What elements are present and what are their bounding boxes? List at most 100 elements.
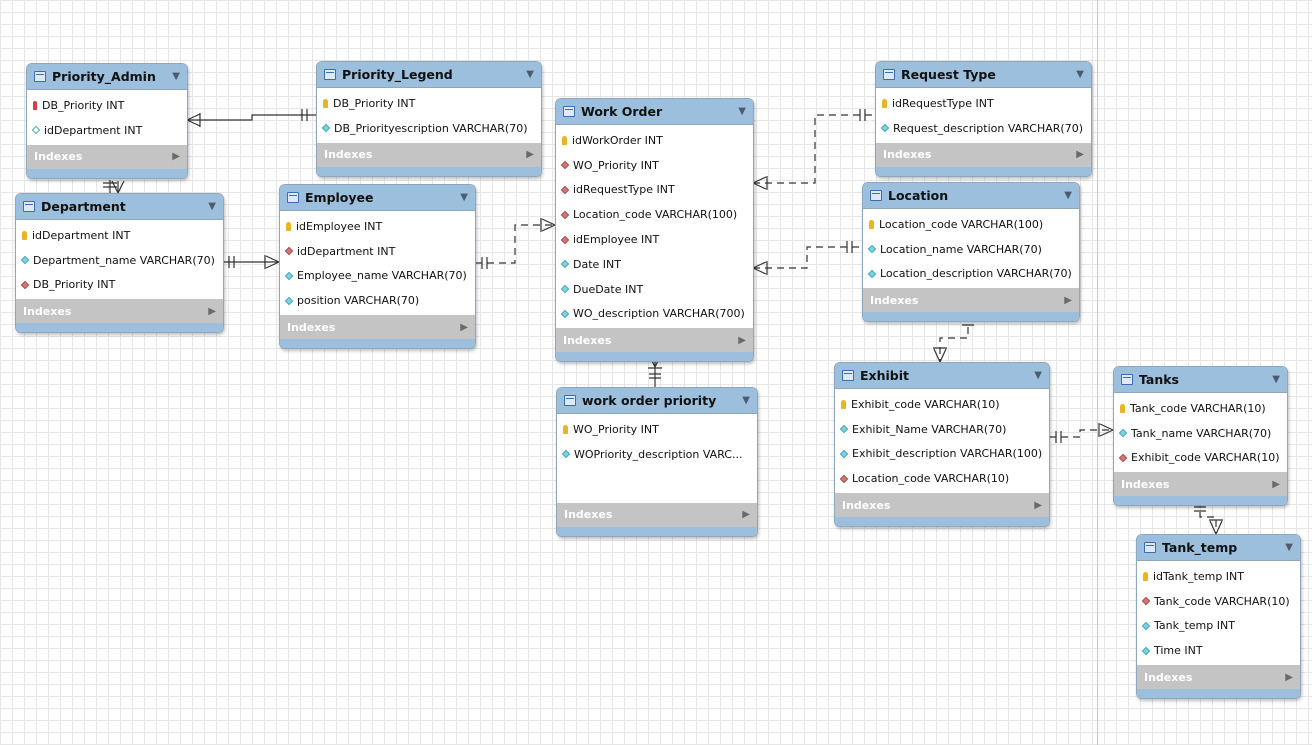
entity-work-order-priority[interactable]: work order priority ▼ WO_Priority INT WO… [556, 387, 758, 537]
column-row[interactable]: idEmployee INT [280, 214, 475, 239]
column-row[interactable]: idDepartment INT [280, 239, 475, 264]
column-row[interactable]: idTank_temp INT [1137, 564, 1300, 589]
column-row[interactable]: WOPriority_description VARC... [557, 442, 757, 467]
column-row[interactable]: idDepartment INT [27, 118, 187, 143]
indexes-bar[interactable]: Indexes ▶ [557, 502, 757, 527]
entity-tank-temp[interactable]: Tank_temp ▼ idTank_temp INT Tank_code VA… [1136, 534, 1301, 700]
rel-priority-admin-legend[interactable] [186, 109, 316, 127]
chevron-down-icon[interactable]: ▼ [1272, 374, 1280, 385]
column-row[interactable]: idRequestType INT [876, 91, 1091, 116]
indexes-bar[interactable]: Indexes ▶ [317, 142, 541, 167]
column-row[interactable]: Tank_temp INT [1137, 614, 1300, 639]
indexes-bar[interactable]: Indexes ▶ [556, 328, 753, 353]
column-row[interactable]: Department_name VARCHAR(70) [16, 248, 223, 273]
column-row[interactable]: DB_Priority INT [317, 91, 541, 116]
entity-header[interactable]: Work Order ▼ [556, 99, 753, 125]
column-row[interactable]: Location_name VARCHAR(70) [863, 237, 1079, 262]
column-row[interactable]: Tank_name VARCHAR(70) [1114, 421, 1287, 446]
entity-footer [1114, 496, 1287, 506]
rel-department-employee[interactable] [223, 255, 280, 269]
entity-title: Tank_temp [1162, 540, 1238, 555]
column-row[interactable]: Tank_code VARCHAR(10) [1114, 396, 1287, 421]
column-row[interactable]: DB_Priority INT [16, 273, 223, 298]
entity-header[interactable]: Exhibit ▼ [835, 363, 1049, 389]
column-row[interactable]: WO_description VARCHAR(700) [556, 302, 753, 327]
indexes-bar[interactable]: Indexes ▶ [876, 142, 1091, 167]
entity-work-order[interactable]: Work Order ▼ idWorkOrder INT WO_Priority… [555, 98, 754, 363]
chevron-down-icon[interactable]: ▼ [1064, 190, 1072, 201]
chevron-down-icon[interactable]: ▼ [1034, 370, 1042, 381]
entity-employee[interactable]: Employee ▼ idEmployee INT idDepartment I… [279, 184, 476, 350]
indexes-bar[interactable]: Indexes ▶ [16, 299, 223, 324]
indexes-bar[interactable]: Indexes ▶ [1114, 472, 1287, 497]
chevron-down-icon[interactable]: ▼ [172, 71, 180, 82]
indexes-bar[interactable]: Indexes ▶ [835, 493, 1049, 518]
entity-header[interactable]: Tank_temp ▼ [1137, 535, 1300, 561]
column-row[interactable]: Location_code VARCHAR(100) [556, 202, 753, 227]
entity-location[interactable]: Location ▼ Location_code VARCHAR(100) Lo… [862, 182, 1080, 323]
column-row[interactable]: Exhibit_code VARCHAR(10) [835, 392, 1049, 417]
entity-priority-legend[interactable]: Priority_Legend ▼ DB_Priority INT DB_Pri… [316, 61, 542, 177]
entity-title: Priority_Admin [52, 69, 156, 84]
chevron-down-icon[interactable]: ▼ [742, 395, 750, 406]
column-row[interactable]: position VARCHAR(70) [280, 288, 475, 313]
column-label: idDepartment INT [44, 123, 143, 137]
chevron-down-icon[interactable]: ▼ [460, 192, 468, 203]
entity-tanks[interactable]: Tanks ▼ Tank_code VARCHAR(10) Tank_name … [1113, 366, 1288, 507]
column-row[interactable]: WO_Priority INT [557, 417, 757, 442]
column-label: Exhibit_code VARCHAR(10) [1131, 451, 1280, 465]
chevron-down-icon[interactable]: ▼ [1285, 542, 1293, 553]
column-row[interactable]: idEmployee INT [556, 227, 753, 252]
column-row[interactable]: DB_Priorityescription VARCHAR(70) [317, 116, 541, 141]
entity-header[interactable]: work order priority ▼ [557, 388, 757, 414]
column-row[interactable]: Location_description VARCHAR(70) [863, 262, 1079, 287]
column-row[interactable]: DB_Priority INT [27, 93, 187, 118]
chevron-down-icon[interactable]: ▼ [1076, 69, 1084, 80]
column-row[interactable]: Location_code VARCHAR(10) [835, 466, 1049, 491]
rel-employee-workorder[interactable] [475, 218, 556, 269]
column-row[interactable]: DueDate INT [556, 277, 753, 302]
table-icon [883, 69, 895, 80]
column-row[interactable]: idDepartment INT [16, 223, 223, 248]
entity-exhibit[interactable]: Exhibit ▼ Exhibit_code VARCHAR(10) Exhib… [834, 362, 1050, 528]
indexes-bar[interactable]: Indexes ▶ [1137, 665, 1300, 690]
entity-request-type[interactable]: Request Type ▼ idRequestType INT Request… [875, 61, 1092, 177]
rel-department-priority-admin[interactable] [103, 180, 125, 194]
column-label: DB_Priority INT [333, 96, 416, 110]
column-row[interactable]: idWorkOrder INT [556, 128, 753, 153]
indexes-bar[interactable]: Indexes ▶ [863, 288, 1079, 313]
rel-location-exhibit[interactable] [933, 315, 974, 363]
attribute-icon [284, 296, 294, 306]
entity-footer [556, 352, 753, 362]
column-label: DB_Priority INT [33, 278, 116, 292]
column-row[interactable]: WO_Priority INT [556, 153, 753, 178]
entity-header[interactable]: Employee ▼ [280, 185, 475, 211]
column-row[interactable]: Exhibit_description VARCHAR(100) [835, 442, 1049, 467]
chevron-down-icon[interactable]: ▼ [738, 106, 746, 117]
indexes-bar[interactable]: Indexes ▶ [27, 144, 187, 169]
column-row[interactable]: Time INT [1137, 638, 1300, 663]
column-row[interactable]: Location_code VARCHAR(100) [863, 212, 1079, 237]
chevron-down-icon[interactable]: ▼ [526, 69, 534, 80]
foreign-key-icon [20, 280, 30, 290]
entity-header[interactable]: Priority_Legend ▼ [317, 62, 541, 88]
entity-header[interactable]: Department ▼ [16, 194, 223, 220]
entity-header[interactable]: Tanks ▼ [1114, 367, 1287, 393]
rel-workorder-location[interactable] [752, 241, 862, 275]
entity-header[interactable]: Request Type ▼ [876, 62, 1091, 88]
rel-exhibit-tanks[interactable] [1049, 423, 1114, 443]
chevron-down-icon[interactable]: ▼ [208, 201, 216, 212]
entity-priority-admin[interactable]: Priority_Admin ▼ DB_Priority INT idDepar… [26, 63, 188, 179]
column-row[interactable]: Employee_name VARCHAR(70) [280, 264, 475, 289]
column-row[interactable]: Exhibit_code VARCHAR(10) [1114, 446, 1287, 471]
entity-header[interactable]: Priority_Admin ▼ [27, 64, 187, 90]
column-row[interactable]: Exhibit_Name VARCHAR(70) [835, 417, 1049, 442]
rel-workorder-requesttype[interactable] [752, 109, 875, 190]
column-row[interactable]: Date INT [556, 252, 753, 277]
entity-department[interactable]: Department ▼ idDepartment INT Department… [15, 193, 224, 334]
column-row[interactable]: Tank_code VARCHAR(10) [1137, 589, 1300, 614]
indexes-bar[interactable]: Indexes ▶ [280, 315, 475, 340]
column-row[interactable]: idRequestType INT [556, 178, 753, 203]
entity-header[interactable]: Location ▼ [863, 183, 1079, 209]
column-row[interactable]: Request_description VARCHAR(70) [876, 116, 1091, 141]
